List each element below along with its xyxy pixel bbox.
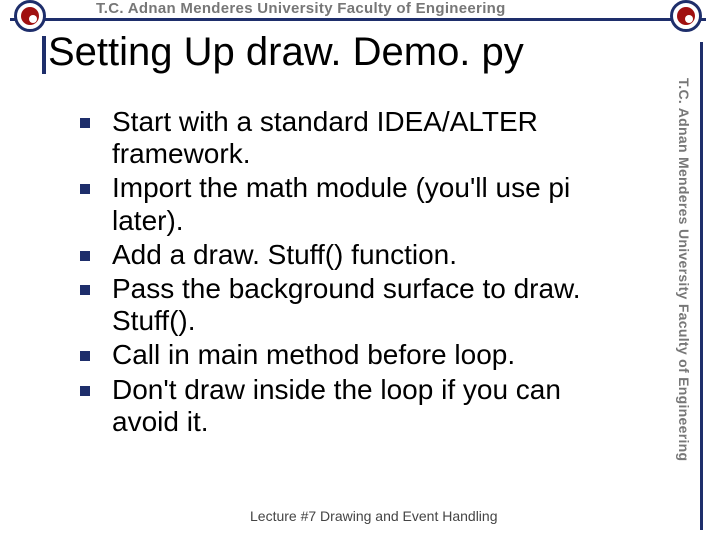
university-logo-right [670,0,702,32]
bullet-text: Start with a standard IDEA/ALTER framewo… [112,106,538,169]
slide-body: Start with a standard IDEA/ALTER framewo… [72,106,632,440]
top-rule [10,18,706,21]
top-banner-text: T.C. Adnan Menderes University Faculty o… [90,0,512,17]
list-item: Pass the background surface to draw. Stu… [72,273,632,337]
side-banner-text: T.C. Adnan Menderes University Faculty o… [676,74,692,540]
list-item: Add a draw. Stuff() function. [72,239,632,271]
side-banner: T.C. Adnan Menderes University Faculty o… [696,30,720,540]
top-banner: T.C. Adnan Menderes University Faculty o… [0,0,720,24]
bullet-text: Import the math module (you'll use pi la… [112,172,570,235]
list-item: Start with a standard IDEA/ALTER framewo… [72,106,632,170]
bullet-text: Pass the background surface to draw. Stu… [112,273,581,336]
slide-title: Setting Up draw. Demo. py [48,30,524,75]
side-rule [700,42,703,530]
list-item: Call in main method before loop. [72,339,632,371]
university-logo-left [14,0,46,32]
list-item: Import the math module (you'll use pi la… [72,172,632,236]
bullet-text: Add a draw. Stuff() function. [112,239,457,270]
list-item: Don't draw inside the loop if you can av… [72,374,632,438]
slide-footer: Lecture #7 Drawing and Event Handling [250,508,500,524]
bullet-text: Call in main method before loop. [112,339,515,370]
bullet-text: Don't draw inside the loop if you can av… [112,374,561,437]
bullet-list: Start with a standard IDEA/ALTER framewo… [72,106,632,438]
title-accent [42,36,46,74]
